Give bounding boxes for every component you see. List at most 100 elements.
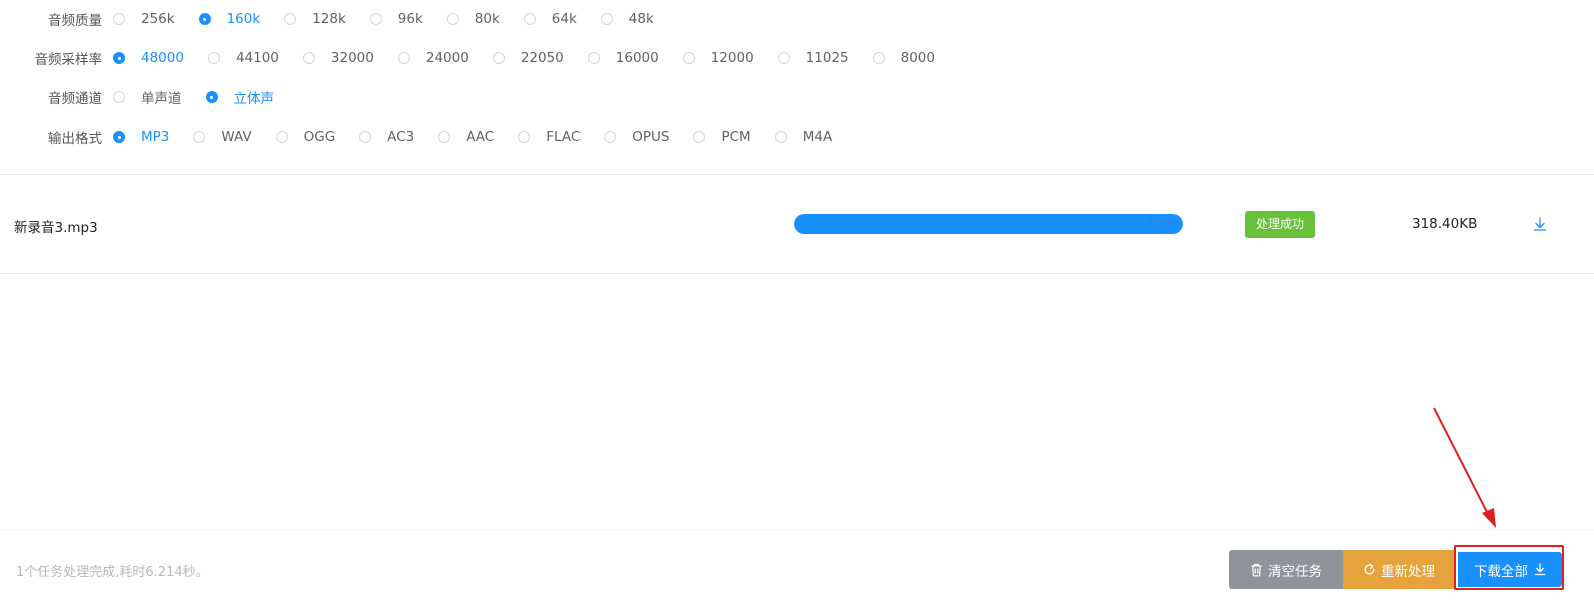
divider (0, 273, 1594, 274)
radio-unchecked[interactable] (604, 131, 617, 143)
radio-option[interactable]: 48000 (113, 50, 184, 66)
radio-option-label: 96k (397, 11, 423, 27)
download-icon[interactable] (1532, 216, 1548, 232)
radio-unchecked[interactable] (682, 52, 695, 64)
clear-tasks-button[interactable]: 清空任务 (1229, 550, 1343, 589)
radio-unchecked[interactable] (777, 52, 790, 64)
radio-unchecked[interactable] (397, 52, 410, 64)
radio-option-label: 立体声 (233, 91, 275, 107)
radio-option[interactable]: OPUS (604, 129, 669, 145)
sample-rate-options: 48000 44100 32000 24000 22050 16000 12000 11025… (113, 50, 959, 66)
download-all-button[interactable]: 下载全部 (1458, 552, 1562, 587)
radio-option-label: 128k (312, 11, 346, 27)
format-options: MP3 WAV OGG AC3 AAC FLAC OPUS PCM M4A (113, 129, 856, 145)
progress-text: 100% (1148, 218, 1177, 229)
radio-option[interactable]: 16000 (587, 50, 659, 66)
quality-label: 音频质量 (48, 13, 102, 29)
trash-icon (1251, 563, 1262, 576)
radio-option[interactable]: AAC (438, 129, 494, 145)
format-label: 输出格式 (48, 131, 102, 147)
reprocess-button[interactable]: 重新处理 (1343, 550, 1455, 589)
radio-option-label: 32000 (330, 50, 374, 66)
radio-option-label: WAV (221, 129, 252, 145)
radio-option[interactable]: 64k (523, 11, 577, 27)
radio-option-label: OPUS (632, 129, 670, 145)
radio-option[interactable]: 80k (446, 11, 500, 27)
radio-option[interactable]: 12000 (682, 50, 754, 66)
radio-unchecked[interactable] (523, 13, 536, 25)
download-icon (1534, 563, 1546, 576)
radio-unchecked[interactable] (774, 131, 787, 143)
file-name: 新录音3.mp3 (14, 220, 98, 236)
radio-unchecked[interactable] (872, 52, 885, 64)
radio-option[interactable]: 44100 (207, 50, 279, 66)
radio-option-label: 44100 (235, 50, 279, 66)
radio-unchecked[interactable] (600, 13, 613, 25)
radio-option[interactable]: MP3 (113, 129, 169, 145)
radio-option-label: 8000 (900, 50, 935, 66)
radio-option-label: 64k (551, 11, 577, 27)
radio-option[interactable]: 96k (369, 11, 423, 27)
radio-unchecked[interactable] (359, 131, 372, 143)
refresh-icon (1364, 563, 1375, 575)
radio-unchecked[interactable] (518, 131, 531, 143)
radio-option-label: AC3 (387, 129, 415, 145)
radio-checked[interactable] (205, 91, 218, 103)
clear-tasks-label: 清空任务 (1268, 563, 1322, 580)
audio-settings-panel: 音频质量 256k 160k 128k 96k 80k 64k 48k 音频采样率 4800… (0, 0, 1594, 176)
radio-option[interactable]: 160k (198, 11, 260, 27)
radio-option-label: OGG (303, 129, 336, 145)
radio-option[interactable]: 256k (113, 11, 175, 27)
radio-option[interactable]: 立体声 (205, 87, 275, 107)
radio-unchecked[interactable] (492, 52, 505, 64)
radio-option-label: 12000 (710, 50, 754, 66)
download-all-label: 下载全部 (1474, 563, 1528, 580)
radio-option[interactable]: WAV (193, 129, 252, 145)
radio-unchecked[interactable] (438, 131, 451, 143)
radio-unchecked[interactable] (284, 13, 297, 25)
radio-option-label: PCM (721, 129, 751, 145)
radio-option[interactable]: 24000 (397, 50, 469, 66)
radio-option[interactable]: 128k (284, 11, 346, 27)
radio-option[interactable]: 48k (600, 11, 654, 27)
radio-option[interactable]: PCM (693, 129, 751, 145)
radio-option-label: 48000 (141, 50, 184, 66)
radio-option[interactable]: 11025 (777, 50, 849, 66)
radio-option[interactable]: M4A (774, 129, 833, 145)
task-summary: 1个任务处理完成,耗时6.214秒。 (16, 565, 209, 580)
radio-option[interactable]: 32000 (302, 50, 374, 66)
quality-options: 256k 160k 128k 96k 80k 64k 48k (113, 11, 678, 27)
radio-unchecked[interactable] (693, 131, 706, 143)
channel-options: 单声道 立体声 (113, 87, 298, 107)
radio-option[interactable]: 22050 (492, 50, 564, 66)
sample-rate-label: 音频采样率 (34, 52, 103, 68)
radio-checked[interactable] (113, 131, 125, 143)
radio-option[interactable]: 8000 (872, 50, 935, 66)
radio-option[interactable]: 单声道 (113, 87, 182, 107)
radio-option-label: 24000 (425, 50, 469, 66)
radio-unchecked[interactable] (193, 131, 206, 143)
radio-unchecked[interactable] (369, 13, 382, 25)
radio-option-label: M4A (802, 129, 833, 145)
radio-unchecked[interactable] (587, 52, 600, 64)
radio-unchecked[interactable] (207, 52, 220, 64)
radio-option[interactable]: AC3 (359, 129, 414, 145)
radio-option-label: FLAC (546, 129, 581, 145)
radio-option-label: 16000 (615, 50, 659, 66)
radio-unchecked[interactable] (302, 52, 315, 64)
radio-option-label: 11025 (805, 50, 849, 66)
radio-checked[interactable] (198, 13, 211, 25)
radio-checked[interactable] (113, 52, 125, 64)
radio-unchecked[interactable] (113, 13, 125, 25)
radio-unchecked[interactable] (113, 91, 125, 103)
radio-option[interactable]: FLAC (518, 129, 580, 145)
radio-option-label: MP3 (141, 129, 170, 145)
radio-option[interactable]: OGG (275, 129, 336, 145)
radio-unchecked[interactable] (275, 131, 288, 143)
annotation-arrow (1433, 407, 1496, 528)
reprocess-label: 重新处理 (1381, 563, 1435, 580)
progress-bar: 100% (794, 214, 1183, 234)
radio-unchecked[interactable] (446, 13, 459, 25)
radio-option-label: 22050 (520, 50, 564, 66)
radio-option-label: 48k (628, 11, 654, 27)
